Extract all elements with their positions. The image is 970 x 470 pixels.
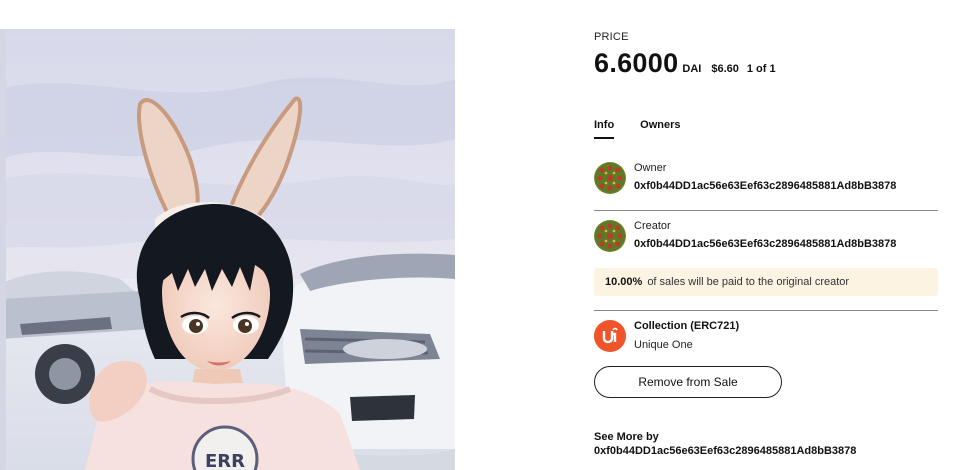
pattern-avatar-icon bbox=[594, 220, 626, 252]
price-value: 6.6000 bbox=[594, 48, 679, 78]
edition-count: 1 of 1 bbox=[746, 63, 776, 75]
price-row: 6.6000 DAI $6.60 1 of 1 bbox=[594, 48, 776, 79]
remove-from-sale-button[interactable]: Remove from Sale bbox=[594, 366, 782, 398]
divider bbox=[594, 310, 938, 311]
owner-row[interactable]: Owner 0xf0b44DD1ac56e63Eef63c2896485881A… bbox=[594, 161, 896, 194]
owner-address[interactable]: 0xf0b44DD1ac56e63Eef63c2896485881Ad8bB38… bbox=[634, 179, 896, 193]
creator-row[interactable]: Creator 0xf0b44DD1ac56e63Eef63c289648588… bbox=[594, 219, 896, 252]
price-currency: DAI bbox=[682, 63, 702, 75]
royalty-percent: 10.00% bbox=[605, 276, 643, 288]
collection-name[interactable]: Unique One bbox=[634, 338, 739, 352]
see-more-by[interactable]: See More by 0xf0b44DD1ac56e63Eef63c28964… bbox=[594, 430, 856, 458]
artwork-image: ERR bbox=[0, 29, 455, 470]
collection-row[interactable]: Collection (ERC721) Unique One bbox=[594, 319, 739, 352]
nft-artwork[interactable]: ERR bbox=[0, 29, 455, 470]
pattern-avatar-icon bbox=[594, 162, 626, 194]
price-label: PRICE bbox=[594, 31, 629, 43]
collection-title: Collection (ERC721) bbox=[634, 320, 740, 332]
svg-text:ERR: ERR bbox=[205, 451, 245, 470]
tab-info[interactable]: Info bbox=[594, 119, 615, 139]
detail-tabs: Info Owners bbox=[594, 119, 707, 139]
tab-owners[interactable]: Owners bbox=[640, 119, 680, 139]
owner-label: Owner bbox=[634, 162, 667, 174]
see-more-label: See More by bbox=[594, 431, 659, 443]
royalty-text: of sales will be paid to the original cr… bbox=[647, 276, 850, 288]
creator-avatar[interactable] bbox=[594, 220, 626, 252]
see-more-address-link[interactable]: 0xf0b44DD1ac56e63Eef63c2896485881Ad8bB38… bbox=[594, 444, 856, 458]
creator-label: Creator bbox=[634, 220, 671, 232]
creator-address[interactable]: 0xf0b44DD1ac56e63Eef63c2896485881Ad8bB38… bbox=[634, 237, 896, 251]
divider bbox=[594, 210, 938, 211]
item-info-panel: PRICE 6.6000 DAI $6.60 1 of 1 Info Owner… bbox=[594, 0, 938, 470]
royalty-notice: 10.00% of sales will be paid to the orig… bbox=[594, 268, 938, 296]
price-usd: $6.60 bbox=[711, 63, 739, 75]
unique-one-logo-icon bbox=[594, 320, 626, 352]
owner-avatar[interactable] bbox=[594, 162, 626, 194]
